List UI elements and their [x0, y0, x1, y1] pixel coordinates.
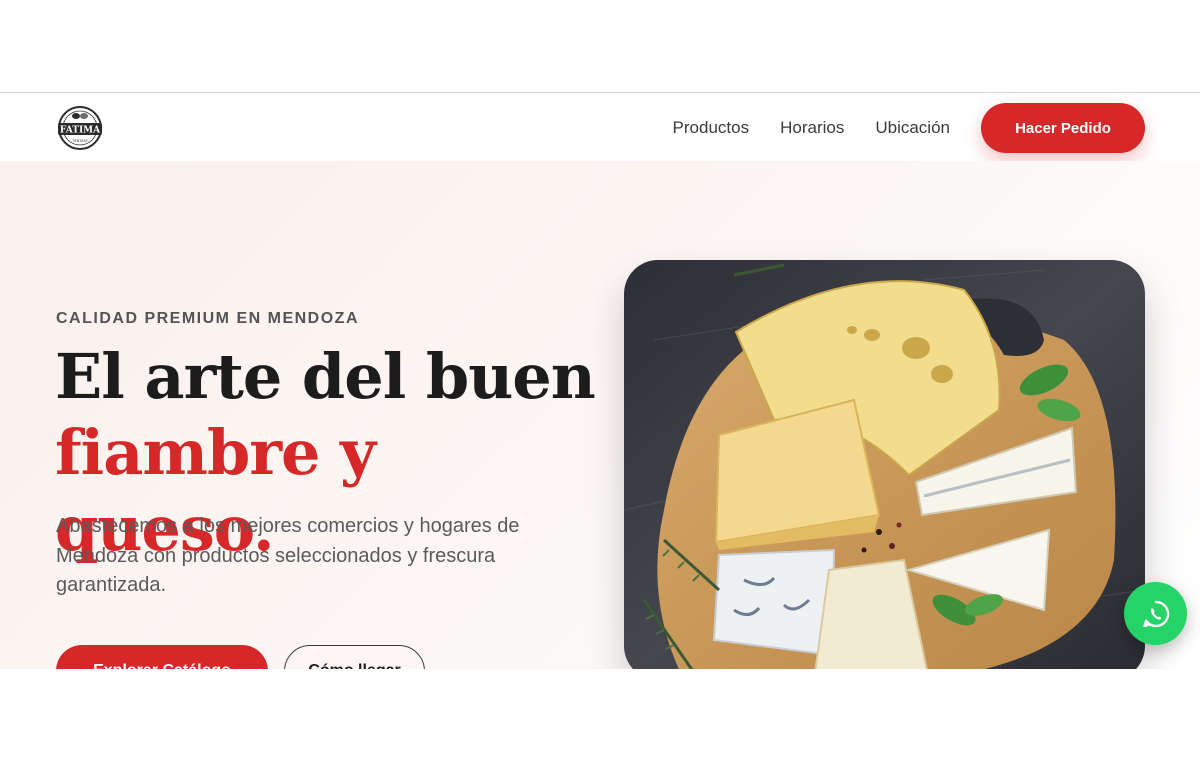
brand-logo[interactable]: FATIMA TENTATE	[55, 105, 105, 151]
nav-link-productos[interactable]: Productos	[673, 118, 750, 138]
explore-catalog-button[interactable]: Explorar Catálogo	[56, 645, 268, 669]
whatsapp-icon	[1142, 600, 1169, 627]
whatsapp-button[interactable]	[1124, 582, 1187, 645]
hero-eyebrow: CALIDAD PREMIUM EN MENDOZA	[56, 310, 359, 327]
main-nav: Productos Horarios Ubicación	[673, 93, 950, 162]
hero-section: CALIDAD PREMIUM EN MENDOZA El arte del b…	[0, 161, 1200, 669]
cheese-board-image	[624, 260, 1145, 669]
top-blank-area	[0, 0, 1200, 92]
hero-description: Abastecemos a los mejores comercios y ho…	[56, 515, 520, 596]
nav-link-horarios[interactable]: Horarios	[780, 118, 844, 138]
bottom-blank-area	[0, 669, 1200, 760]
navbar: FATIMA TENTATE Productos Horarios Ubicac…	[0, 92, 1200, 161]
brand-logo-subtext: TENTATE	[71, 139, 87, 143]
directions-button[interactable]: Cómo llegar	[284, 645, 425, 669]
brand-logo-text: FATIMA	[60, 126, 101, 136]
brand-logo-mark: FATIMA TENTATE	[58, 106, 102, 150]
cheese-board-illustration	[624, 260, 1145, 669]
order-button[interactable]: Hacer Pedido	[981, 103, 1145, 153]
nav-link-ubicacion[interactable]: Ubicación	[875, 118, 950, 138]
hero-headline-line1: El arte del buen	[55, 340, 596, 413]
